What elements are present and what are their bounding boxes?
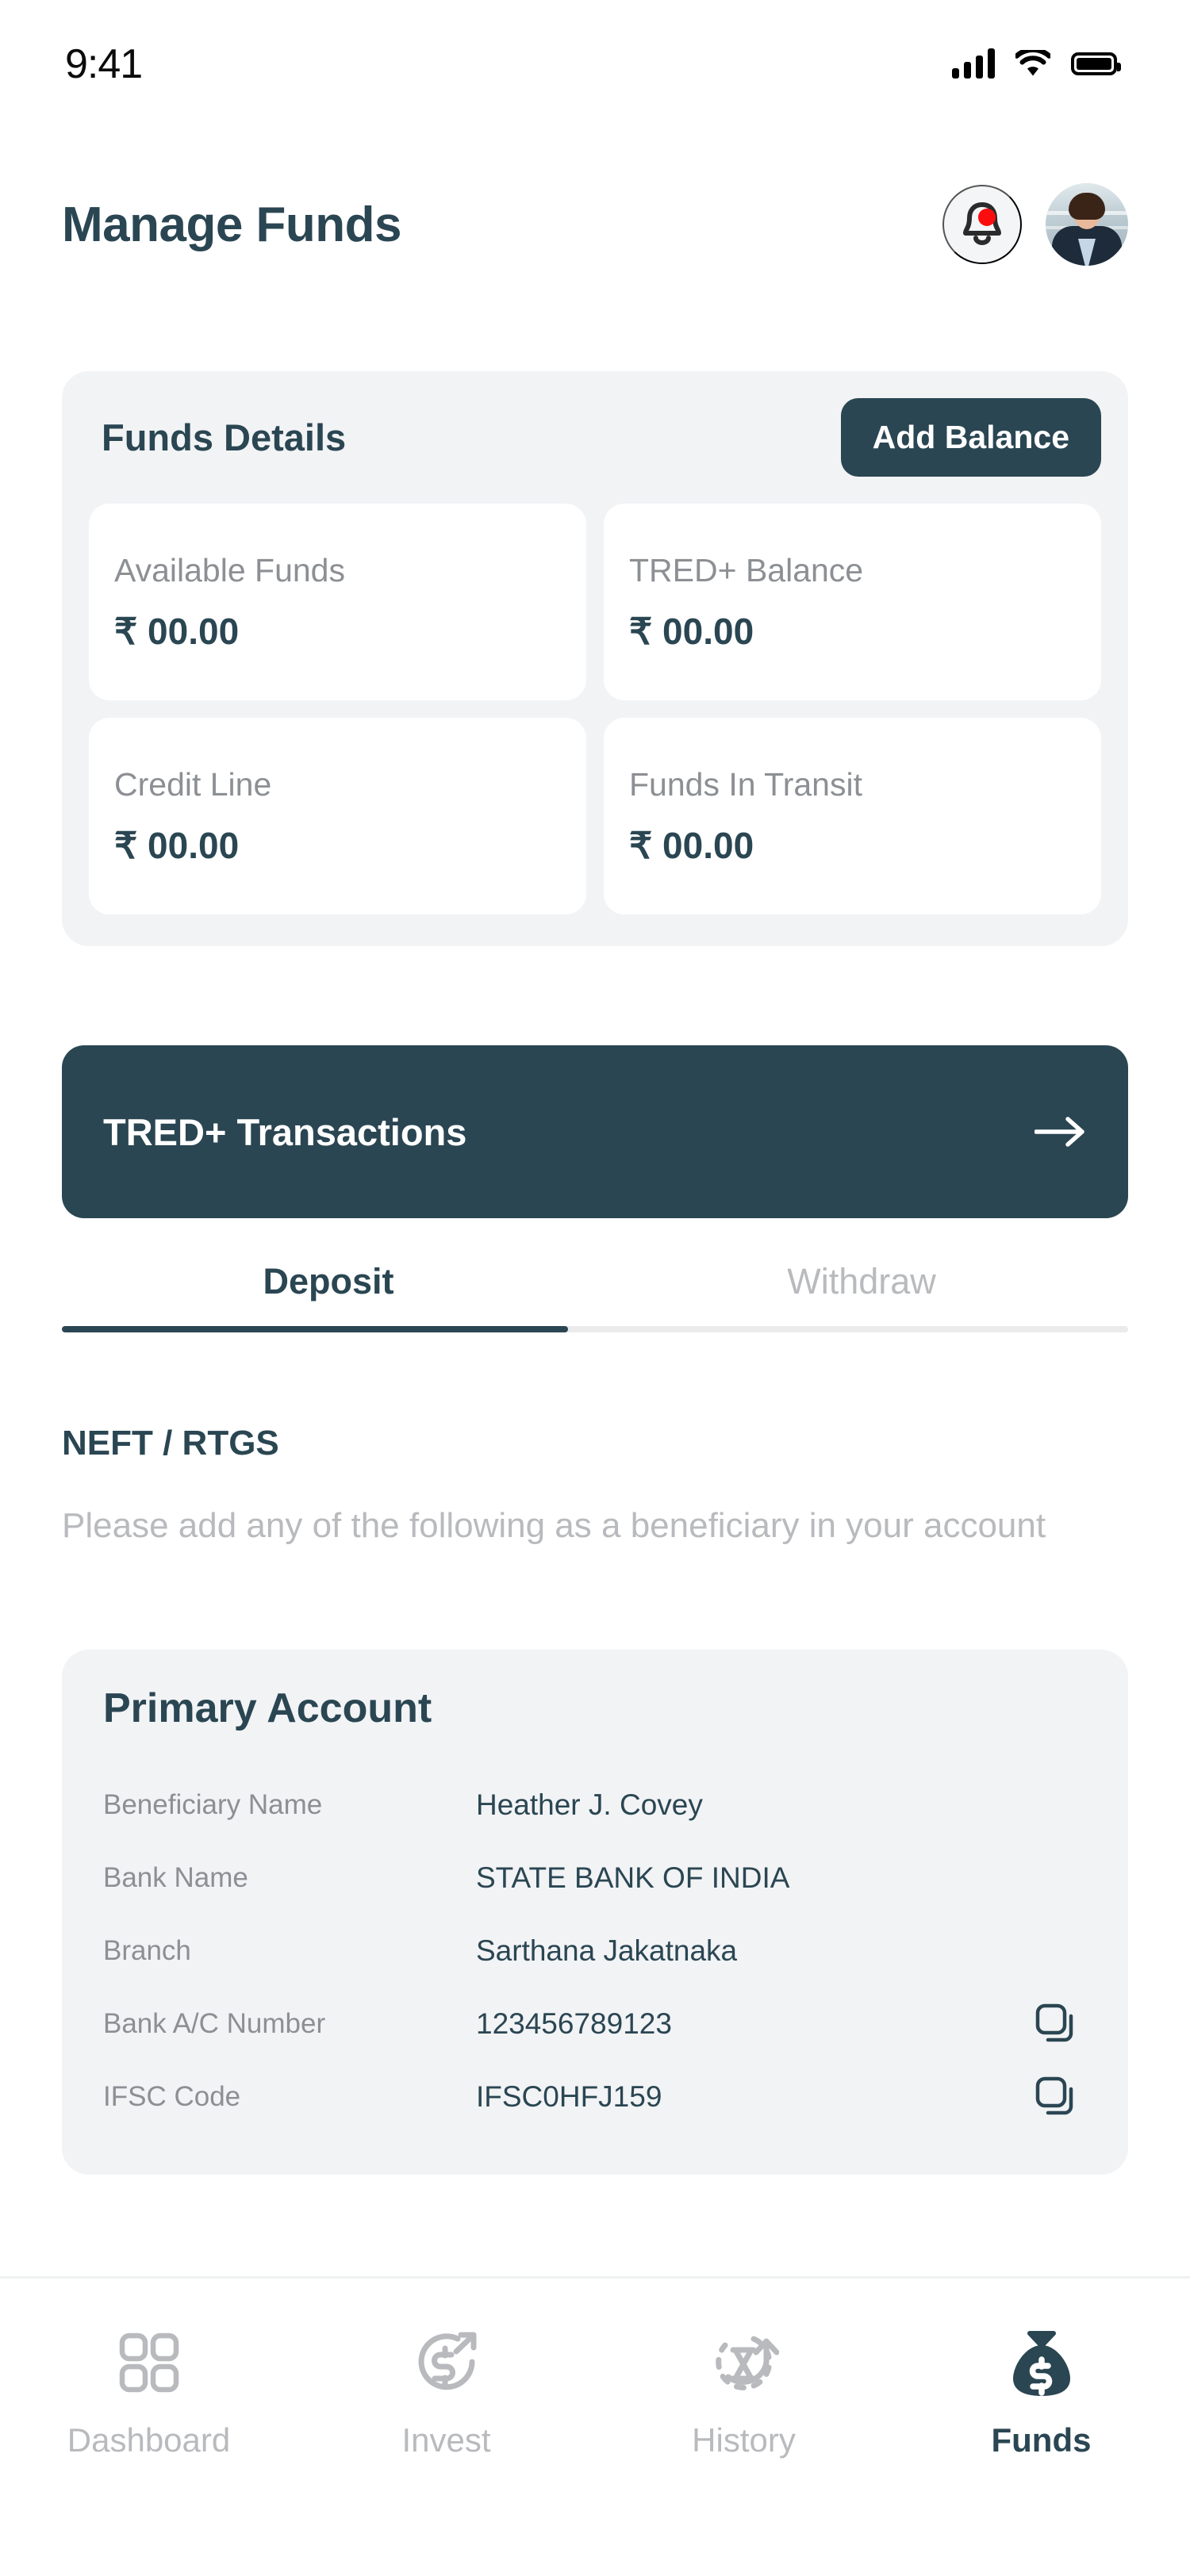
notification-badge bbox=[978, 209, 996, 226]
account-row-label: Bank A/C Number bbox=[103, 2008, 326, 2039]
funds-details-header: Funds Details Add Balance bbox=[89, 398, 1101, 477]
account-row-value: Heather J. Covey bbox=[476, 1788, 703, 1821]
funds-cards-grid: Available Funds ₹ 00.00 TRED+ Balance ₹ … bbox=[89, 504, 1101, 914]
nav-item-label: Invest bbox=[401, 2421, 491, 2459]
primary-account-card: Primary Account Beneficiary Name Heather… bbox=[62, 1650, 1128, 2175]
add-balance-button[interactable]: Add Balance bbox=[840, 398, 1101, 477]
funds-details-title: Funds Details bbox=[102, 416, 347, 458]
account-row-branch: Branch Sarthana Jakatnaka bbox=[103, 1915, 1093, 1988]
tabs-track bbox=[62, 1326, 1128, 1332]
transfer-method-description: Please add any of the following as a ben… bbox=[62, 1506, 1046, 1545]
transfer-tabs: Deposit Withdraw bbox=[62, 1261, 1128, 1332]
funds-details-panel: Funds Details Add Balance Available Fund… bbox=[62, 371, 1128, 946]
page-title: Manage Funds bbox=[62, 197, 402, 252]
fund-card-label: Credit Line bbox=[114, 765, 272, 803]
fund-card-label: Available Funds bbox=[114, 551, 345, 588]
copy-icon bbox=[1035, 2076, 1073, 2115]
copy-icon bbox=[1035, 2003, 1073, 2042]
nav-item-label: Dashboard bbox=[67, 2421, 231, 2459]
avatar[interactable] bbox=[1046, 183, 1128, 266]
fund-card-tred-balance[interactable]: TRED+ Balance ₹ 00.00 bbox=[604, 504, 1101, 700]
nav-item-label: History bbox=[692, 2421, 796, 2459]
copy-bank-ac-number-button[interactable] bbox=[1033, 2001, 1079, 2047]
primary-account-title: Primary Account bbox=[103, 1685, 432, 1731]
signal-bars-icon bbox=[952, 48, 995, 79]
account-row-value: IFSC0HFJ159 bbox=[476, 2080, 662, 2113]
nav-item-label: Funds bbox=[991, 2421, 1092, 2459]
hourglass-rotate-icon bbox=[709, 2325, 779, 2401]
fund-card-credit-line[interactable]: Credit Line ₹ 00.00 bbox=[89, 718, 586, 914]
account-row-beneficiary-name: Beneficiary Name Heather J. Covey bbox=[103, 1769, 1093, 1842]
tab-deposit[interactable]: Deposit bbox=[62, 1261, 595, 1326]
status-time: 9:41 bbox=[65, 41, 143, 87]
dollar-arrow-icon bbox=[412, 2325, 482, 2401]
fund-card-value: ₹ 00.00 bbox=[114, 610, 240, 652]
header-actions bbox=[942, 183, 1128, 266]
account-row-label: Branch bbox=[103, 1935, 191, 1966]
account-row-value: 123456789123 bbox=[476, 2007, 672, 2040]
nav-item-funds[interactable]: Funds bbox=[950, 2325, 1133, 2459]
notifications-button[interactable] bbox=[942, 185, 1022, 264]
account-row-bank-ac-number: Bank A/C Number 123456789123 bbox=[103, 1988, 1093, 2060]
tab-active-indicator bbox=[62, 1326, 569, 1332]
account-row-label: IFSC Code bbox=[103, 2081, 241, 2112]
account-row-label: Beneficiary Name bbox=[103, 1789, 323, 1820]
fund-card-label: Funds In Transit bbox=[629, 765, 862, 803]
account-row-value: STATE BANK OF INDIA bbox=[476, 1861, 790, 1894]
arrow-right-icon bbox=[1035, 1117, 1084, 1147]
tab-withdraw[interactable]: Withdraw bbox=[595, 1261, 1128, 1326]
fund-card-funds-in-transit[interactable]: Funds In Transit ₹ 00.00 bbox=[604, 718, 1101, 914]
nav-item-history[interactable]: History bbox=[653, 2325, 835, 2459]
fund-card-value: ₹ 00.00 bbox=[629, 824, 754, 866]
app-header: Manage Funds bbox=[0, 165, 1190, 284]
tabs-row: Deposit Withdraw bbox=[62, 1261, 1128, 1326]
battery-icon bbox=[1071, 52, 1121, 75]
account-row-ifsc-code: IFSC Code IFSC0HFJ159 bbox=[103, 2060, 1093, 2133]
account-row-value: Sarthana Jakatnaka bbox=[476, 1934, 738, 1967]
fund-card-value: ₹ 00.00 bbox=[114, 824, 240, 866]
fund-card-value: ₹ 00.00 bbox=[629, 610, 754, 652]
nav-item-dashboard[interactable]: Dashboard bbox=[58, 2325, 240, 2459]
money-bag-icon bbox=[1010, 2325, 1073, 2401]
copy-ifsc-code-button[interactable] bbox=[1033, 2074, 1079, 2120]
phone-screen: 9:41 Manage Funds Funds Details Add Bala… bbox=[0, 0, 1190, 2576]
status-bar: 9:41 bbox=[0, 0, 1190, 119]
status-icons bbox=[952, 40, 1121, 79]
fund-card-available-funds[interactable]: Available Funds ₹ 00.00 bbox=[89, 504, 586, 700]
account-row-bank-name: Bank Name STATE BANK OF INDIA bbox=[103, 1842, 1093, 1915]
account-row-label: Bank Name bbox=[103, 1862, 248, 1893]
nav-item-invest[interactable]: Invest bbox=[355, 2325, 538, 2459]
fund-card-label: TRED+ Balance bbox=[629, 551, 864, 588]
transfer-method-title: NEFT / RTGS bbox=[62, 1424, 279, 1462]
bottom-navigation: Dashboard Invest History Funds bbox=[0, 2276, 1190, 2576]
tred-transactions-label: TRED+ Transactions bbox=[103, 1110, 467, 1153]
wifi-icon bbox=[1015, 50, 1050, 76]
tred-transactions-button[interactable]: TRED+ Transactions bbox=[62, 1045, 1128, 1218]
grid-icon bbox=[118, 2325, 180, 2401]
